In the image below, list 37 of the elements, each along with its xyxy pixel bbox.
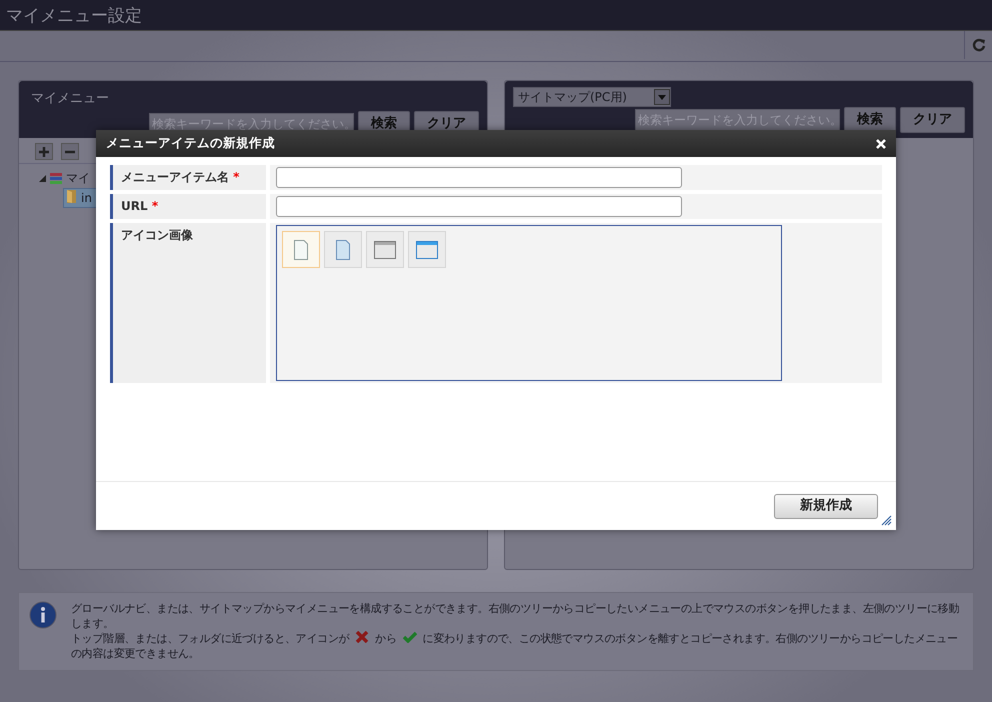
- close-button[interactable]: [876, 138, 886, 148]
- info-text: グローバルナビ、または、サイトマップからマイメニューを構成することができます。右側のツリーからコピーしたいメニューの上でマウスのボタンを押したまま、左側のツリーに移動します。: [71, 601, 960, 631]
- info-text: トップ階層、または、フォルダに近づけると、アイコンが: [71, 631, 350, 646]
- icon-option[interactable]: [366, 231, 404, 268]
- field-label: URL *: [110, 194, 266, 219]
- icon-option[interactable]: [408, 231, 446, 268]
- icon-option[interactable]: [324, 231, 362, 268]
- document-icon: [294, 240, 308, 260]
- window-icon: [374, 240, 396, 258]
- create-button[interactable]: 新規作成: [774, 494, 878, 518]
- panel-title: マイメニュー: [30, 90, 110, 108]
- menu-icon: [49, 172, 63, 184]
- info-icon: [29, 601, 57, 629]
- icon-option[interactable]: [282, 231, 320, 268]
- refresh-icon: [972, 38, 986, 52]
- document-icon: [336, 240, 350, 260]
- field-label: メニューアイテム名 *: [110, 165, 266, 190]
- text-field[interactable]: [276, 167, 682, 188]
- field-label: アイコン画像: [110, 223, 266, 383]
- tree-item[interactable]: マイ: [66, 169, 90, 187]
- info-text: の内容は変更できません。: [71, 646, 200, 661]
- expand-toggle-icon[interactable]: [39, 174, 46, 182]
- add-button[interactable]: [35, 143, 53, 160]
- clear-button[interactable]: クリア: [900, 107, 965, 133]
- required-mark: *: [232, 170, 240, 184]
- required-mark: *: [150, 199, 158, 213]
- caret-icon: [654, 89, 670, 105]
- info-text: から: [375, 631, 397, 646]
- remove-button[interactable]: [61, 143, 79, 160]
- window-title: マイメニュー設定: [0, 0, 992, 31]
- dialog-title: メニューアイテムの新規作成: [106, 134, 275, 152]
- plus-icon: [39, 147, 49, 157]
- info-text: に変わりますので、この状態でマウスのボタンを離すとコピーされます。右側のツリーからコピーしたメニュー: [422, 631, 958, 646]
- sitemap-dropdown[interactable]: サイトマップ(PC用): [513, 87, 671, 107]
- resize-grip-icon[interactable]: [881, 515, 892, 526]
- window-icon: [416, 240, 438, 258]
- text-field[interactable]: [276, 196, 682, 217]
